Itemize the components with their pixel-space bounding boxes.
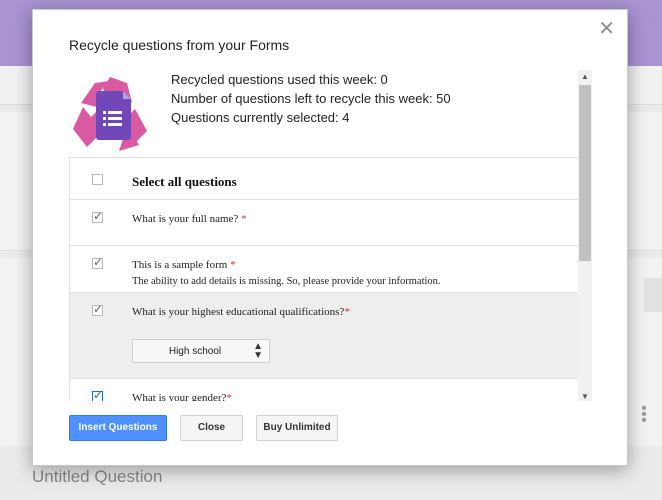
side-panel: [644, 278, 662, 312]
question-title: What is your gender?*: [132, 392, 232, 401]
question-title: What is your highest educational qualifi…: [132, 306, 350, 318]
question-row[interactable]: What is your full name? *: [70, 200, 578, 246]
recycle-forms-logo-icon: [73, 77, 147, 151]
close-button[interactable]: Close: [180, 415, 243, 441]
select-all-checkbox[interactable]: [92, 174, 103, 185]
question-checkbox[interactable]: [92, 255, 103, 269]
select-value: High school: [168, 346, 222, 357]
question-title: What is your full name? *: [132, 213, 247, 225]
recycle-stats: Recycled questions used this week: 0 Num…: [171, 70, 451, 127]
required-mark: *: [227, 259, 236, 271]
question-row[interactable]: What is your gender?*: [70, 379, 578, 401]
required-mark: *: [226, 392, 232, 401]
required-mark: *: [344, 306, 350, 318]
recycle-questions-dialog: ✕ Recycle questions from your Forms Recy…: [32, 9, 628, 466]
scroll-up-icon[interactable]: ▲: [578, 72, 592, 81]
untitled-question-text: Untitled Question: [32, 467, 163, 486]
select-arrows-icon: ▲ ▼: [253, 341, 263, 361]
currently-selected-text: Questions currently selected: 4: [171, 110, 350, 125]
close-icon[interactable]: ✕: [598, 19, 615, 39]
dialog-scroll-area[interactable]: Recycled questions used this week: 0 Num…: [69, 70, 591, 401]
select-all-label: Select all questions: [132, 174, 237, 189]
scroll-down-icon[interactable]: ▼: [578, 392, 592, 401]
question-row[interactable]: What is your highest educational qualifi…: [70, 293, 578, 379]
question-title: This is a sample form *: [132, 259, 236, 271]
left-this-week-text: Number of questions left to recycle this…: [171, 91, 451, 106]
questions-table: Select all questions What is your full n…: [69, 157, 579, 401]
question-row[interactable]: This is a sample form * The ability to a…: [70, 246, 578, 293]
scrollbar-thumb[interactable]: [579, 85, 591, 261]
dialog-title: Recycle questions from your Forms: [69, 37, 290, 53]
required-mark: *: [238, 213, 247, 225]
question-checkbox[interactable]: [92, 302, 103, 316]
question-checkbox[interactable]: [92, 388, 103, 401]
insert-questions-button[interactable]: Insert Questions: [69, 415, 167, 441]
select-all-row[interactable]: Select all questions: [70, 158, 578, 200]
vertical-scrollbar[interactable]: ▲ ▼: [578, 70, 592, 401]
more-vert-icon[interactable]: • • •: [641, 401, 647, 429]
qualification-select[interactable]: High school ▲ ▼: [132, 339, 270, 363]
used-this-week-text: Recycled questions used this week: 0: [171, 72, 388, 87]
question-checkbox[interactable]: [92, 209, 103, 223]
question-description: The ability to add details is missing. S…: [132, 276, 441, 287]
buy-unlimited-button[interactable]: Buy Unlimited: [256, 415, 338, 441]
